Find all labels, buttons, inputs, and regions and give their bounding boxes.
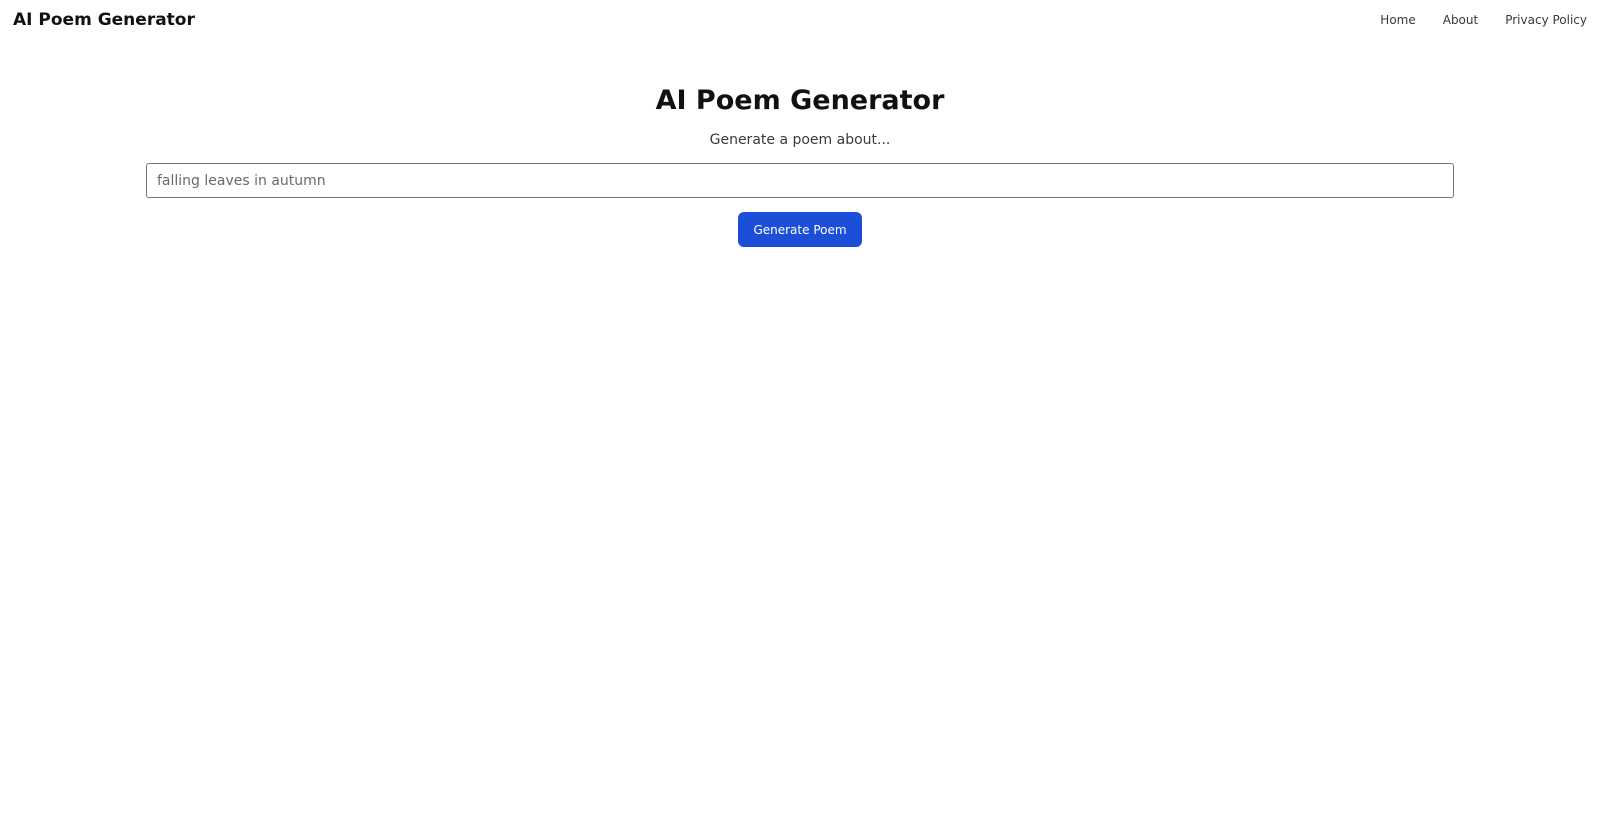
top-nav: Home About Privacy Policy bbox=[1380, 13, 1587, 27]
poem-topic-input[interactable] bbox=[146, 163, 1454, 198]
page-title: AI Poem Generator bbox=[655, 85, 945, 116]
brand-link[interactable]: AI Poem Generator bbox=[13, 10, 195, 30]
nav-link-about[interactable]: About bbox=[1443, 13, 1478, 27]
nav-link-privacy-policy[interactable]: Privacy Policy bbox=[1505, 13, 1587, 27]
generate-poem-button[interactable]: Generate Poem bbox=[738, 212, 862, 247]
page-subtitle: Generate a poem about... bbox=[709, 132, 891, 148]
nav-link-home[interactable]: Home bbox=[1380, 13, 1415, 27]
top-bar: AI Poem Generator Home About Privacy Pol… bbox=[0, 0, 1600, 40]
main-content: AI Poem Generator Generate a poem about.… bbox=[0, 40, 1600, 247]
